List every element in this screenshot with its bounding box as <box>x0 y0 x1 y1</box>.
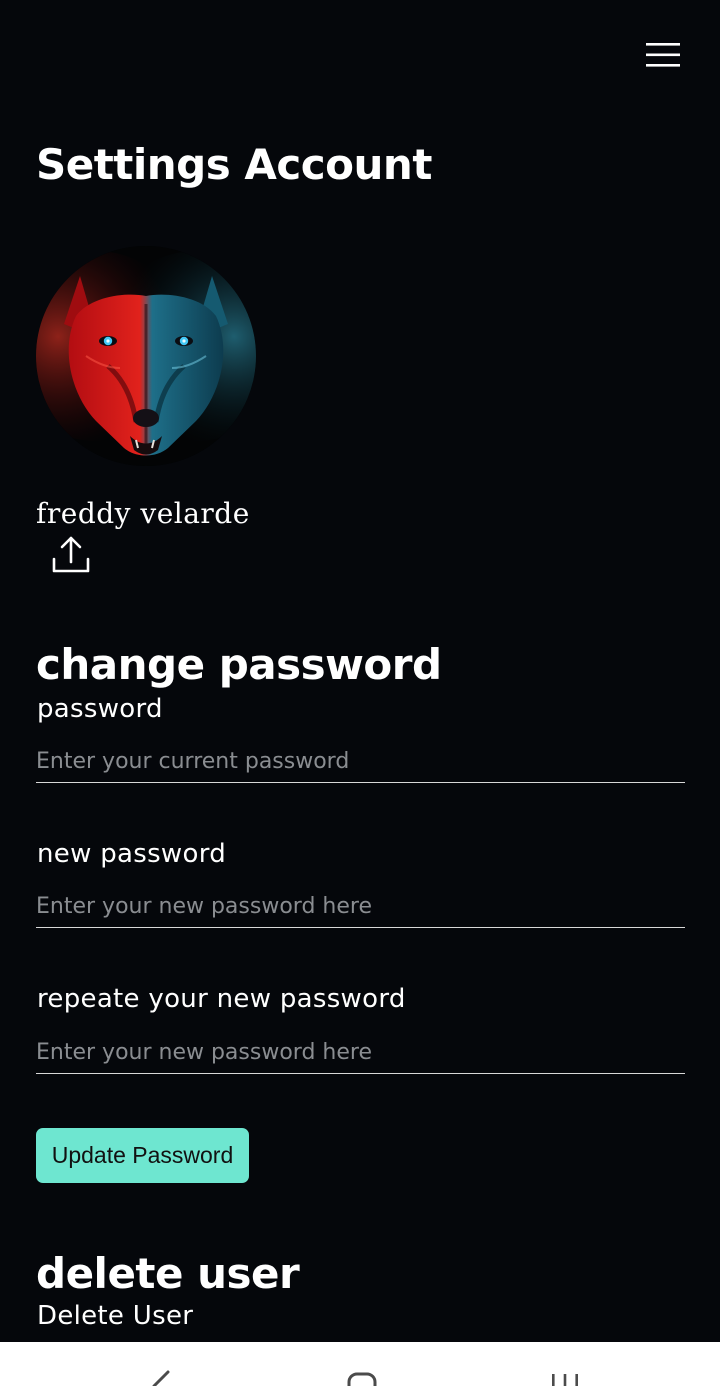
system-navigation-bar <box>0 1342 720 1386</box>
delete-user-link[interactable]: Delete User <box>37 1301 193 1331</box>
recent-apps-icon[interactable] <box>545 1364 585 1386</box>
wolf-avatar[interactable] <box>36 246 256 466</box>
username: freddy velarde <box>36 497 250 530</box>
hamburger-menu-icon[interactable] <box>643 40 683 70</box>
update-password-button[interactable]: Update Password <box>36 1128 249 1183</box>
repeat-password-label: repeate your new password <box>37 984 406 1014</box>
back-icon[interactable] <box>140 1364 180 1386</box>
delete-user-heading: delete user <box>36 1249 300 1298</box>
new-password-label: new password <box>37 839 227 869</box>
repeat-password-input[interactable] <box>36 1031 685 1074</box>
current-password-label: password <box>37 694 163 724</box>
page-title: Settings Account <box>36 140 432 189</box>
new-password-input[interactable] <box>36 885 685 928</box>
home-icon[interactable] <box>342 1364 382 1386</box>
upload-icon[interactable] <box>50 535 92 577</box>
change-password-heading: change password <box>36 640 442 689</box>
current-password-input[interactable] <box>36 740 685 783</box>
